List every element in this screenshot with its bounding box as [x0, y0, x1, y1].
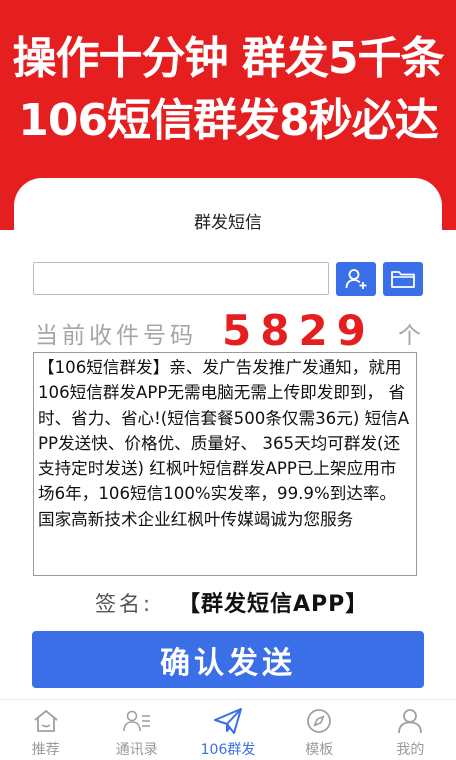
tab-label: 106群发	[200, 742, 256, 758]
recipient-input[interactable]	[33, 262, 329, 295]
folder-icon	[391, 271, 415, 288]
banner-headline: 操作十分钟 群发5千条	[12, 33, 445, 84]
page-title: 群发短信	[194, 213, 262, 233]
tab-recommend[interactable]: 推荐	[0, 700, 91, 760]
contacts-icon	[122, 707, 152, 735]
add-contact-icon	[345, 269, 367, 289]
confirm-send-button[interactable]: 确认发送	[32, 631, 424, 688]
signature-label: 签名:	[95, 592, 154, 616]
bottom-tab-bar: 推荐 通讯录 106群发 模板 我的	[0, 699, 456, 760]
tab-label: 我的	[396, 742, 425, 758]
recipient-count-row: 当前收件号码 5829 个	[0, 306, 456, 355]
signature-value[interactable]: 【群发短信APP】	[178, 586, 368, 618]
tab-label: 推荐	[31, 742, 60, 758]
tab-contacts[interactable]: 通讯录	[91, 700, 182, 760]
profile-icon	[395, 707, 425, 735]
message-textarea[interactable]: 【106短信群发】亲、发广告发推广发通知，就用106短信群发APP无需电脑无需上…	[33, 352, 417, 576]
home-icon	[31, 707, 61, 735]
send-icon	[213, 707, 243, 735]
recipient-count-unit: 个	[398, 323, 421, 349]
tab-label: 模板	[305, 742, 334, 758]
import-file-button[interactable]	[383, 262, 423, 296]
compass-icon	[304, 707, 334, 735]
tab-label: 通讯录	[115, 742, 158, 758]
tab-me[interactable]: 我的	[365, 700, 456, 760]
signature-row: 签名: 【群发短信APP】	[0, 586, 456, 618]
tab-106-bulk-send[interactable]: 106群发	[182, 700, 273, 760]
tab-templates[interactable]: 模板	[274, 700, 365, 760]
banner-subheadline: 106短信群发8秒必达	[18, 95, 438, 146]
recipient-count-label: 当前收件号码	[35, 323, 197, 349]
add-contact-button[interactable]	[336, 262, 376, 296]
recipient-count-value: 5829	[222, 306, 375, 355]
